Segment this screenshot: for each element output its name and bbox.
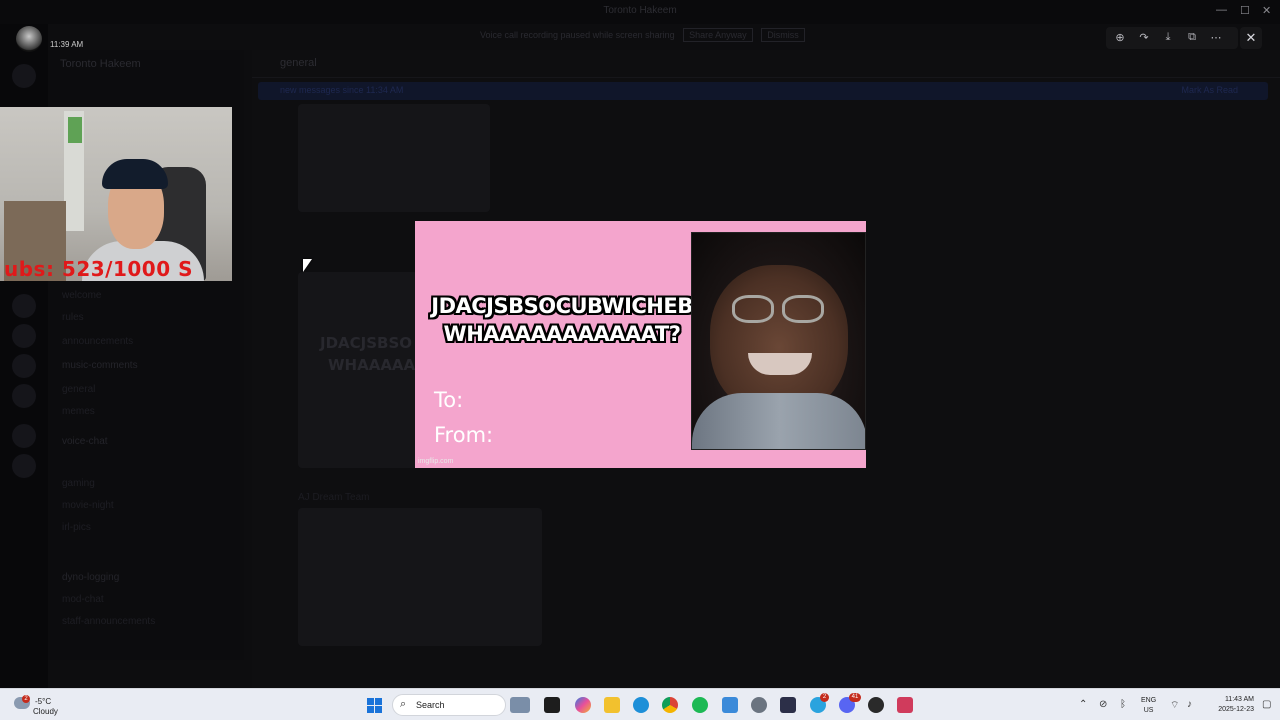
bluetooth-icon[interactable]: ᛒ [1120, 699, 1126, 710]
channel-item[interactable]: rules [62, 312, 84, 323]
screen-share-notice: Voice call recording paused while screen… [480, 28, 840, 44]
more-icon[interactable]: ⋯ [1208, 31, 1224, 44]
folder-icon[interactable] [604, 697, 620, 713]
server-icon[interactable] [12, 324, 36, 348]
weather-temp[interactable]: -5°C [35, 697, 51, 706]
webcam-background [68, 117, 82, 143]
channel-item[interactable]: welcome [62, 290, 101, 301]
overlay-time: 11:39 AM [50, 40, 84, 49]
webcam-overlay: ubs: 523/1000 S [0, 107, 232, 281]
volume-icon[interactable]: ♪ [1187, 699, 1192, 710]
snipping-tool-icon[interactable] [897, 697, 913, 713]
channel-item[interactable]: irl-pics [62, 522, 91, 533]
spotify-icon[interactable] [692, 697, 708, 713]
weather-badge: 2 [22, 695, 30, 703]
download-icon[interactable]: ⤓ [1160, 31, 1176, 44]
settings-icon[interactable] [751, 697, 767, 713]
channel-item[interactable]: general [62, 384, 95, 395]
forward-icon[interactable]: ↷ [1136, 31, 1152, 44]
server-icon[interactable] [12, 454, 36, 478]
weather-condition[interactable]: Cloudy [33, 707, 58, 716]
server-name[interactable]: Toronto Hakeem [60, 58, 141, 70]
message-author[interactable]: AJ Dream Team [298, 492, 370, 503]
start-button[interactable] [367, 698, 382, 713]
notice-text: Voice call recording paused while screen… [480, 30, 675, 40]
minimize-icon[interactable]: — [1216, 4, 1227, 16]
server-icon[interactable] [12, 424, 36, 448]
language-indicator[interactable]: ENG US [1141, 696, 1156, 716]
chat-image[interactable] [298, 104, 490, 212]
channel-item[interactable]: dyno-logging [62, 572, 119, 583]
telegram-badge: 2 [820, 693, 829, 702]
meme-to-label: To: [434, 388, 464, 412]
notifications-icon[interactable]: ▢ [1262, 699, 1271, 710]
chat-image[interactable] [298, 508, 542, 646]
chevron-up-icon[interactable]: ⌃ [1079, 699, 1087, 710]
close-window-icon[interactable]: ✕ [1262, 4, 1271, 17]
meme-photo-shirt [692, 393, 865, 449]
new-messages-text: new messages since 11:34 AM [280, 85, 404, 95]
streamer-avatar [16, 26, 42, 52]
ghost-meme-line1: JDACJSBSO [320, 334, 413, 352]
clock-date: 2025-12-23 [1218, 706, 1254, 713]
window-title: Toronto Hakeem [603, 5, 677, 16]
meme-photo-glasses [732, 295, 828, 325]
channel-title: general [280, 57, 317, 69]
file-explorer-icon[interactable] [544, 697, 560, 713]
channel-item[interactable]: announcements [62, 336, 133, 347]
server-icon[interactable] [12, 384, 36, 408]
image-viewer-toolbar: ⊕ ↷ ⤓ ⧉ ⋯ [1106, 27, 1238, 49]
server-icon[interactable] [12, 294, 36, 318]
close-viewer-button[interactable]: ✕ [1240, 27, 1262, 49]
taskbar: 2 -5°C Cloudy ⌕ Search 2 41 ⌃ ⊘ ᛒ ENG US… [0, 688, 1280, 720]
edge-icon[interactable] [633, 697, 649, 713]
language-code: ENG [1141, 697, 1157, 704]
wifi-icon[interactable]: ⌔ [1170, 699, 1179, 712]
meme-caption-line2: WHAAAAAAAAAAAT? [443, 322, 681, 346]
search-icon: ⌕ [400, 698, 407, 710]
zoom-in-icon[interactable]: ⊕ [1112, 31, 1128, 44]
region-code: US [1143, 707, 1154, 714]
meme-watermark: imgflip.com [418, 458, 454, 465]
dismiss-button[interactable]: Dismiss [761, 28, 805, 42]
channel-item[interactable]: music-comments [62, 360, 138, 371]
app-red-icon[interactable] [868, 697, 884, 713]
mouse-cursor-icon [303, 259, 312, 272]
channel-item[interactable]: voice-chat [62, 436, 108, 447]
system-clock[interactable]: 11:43 AM 2025-12-23 [1208, 695, 1254, 715]
title-bar: Toronto Hakeem — ☐ ✕ [0, 0, 1280, 24]
share-anyway-button[interactable]: Share Anyway [683, 28, 753, 42]
search-placeholder: Search [416, 700, 445, 710]
notepad-icon[interactable] [722, 697, 738, 713]
channel-item[interactable]: gaming [62, 478, 95, 489]
mark-as-read-button[interactable]: Mark As Read [1181, 85, 1238, 95]
server-icon[interactable] [12, 64, 36, 88]
new-messages-bar[interactable]: new messages since 11:34 AM Mark As Read [258, 82, 1268, 100]
meme-caption: JDACJSBSOCUBWICHEB WHAAAAAAAAAAAT? [424, 292, 700, 348]
discord-badge: 41 [849, 693, 861, 702]
server-icon[interactable] [12, 354, 36, 378]
channel-item[interactable]: movie-night [62, 500, 114, 511]
ghost-meme-line2: WHAAAAA [328, 356, 416, 374]
meme-from-label: From: [434, 423, 494, 447]
open-external-icon[interactable]: ⧉ [1184, 31, 1200, 44]
chrome-icon[interactable] [662, 697, 678, 713]
chat-header: general [252, 50, 1280, 78]
channel-item[interactable]: mod-chat [62, 594, 104, 605]
copilot-icon[interactable] [575, 697, 591, 713]
channel-item[interactable]: memes [62, 406, 95, 417]
channel-item[interactable]: staff-announcements [62, 616, 155, 627]
meme-photo [691, 232, 866, 450]
taskbar-search[interactable]: ⌕ Search [392, 694, 506, 716]
network-off-icon[interactable]: ⊘ [1099, 699, 1107, 710]
clock-time: 11:43 AM [1224, 696, 1254, 703]
meme-caption-line1: JDACJSBSOCUBWICHEB [431, 294, 693, 318]
maximize-icon[interactable]: ☐ [1240, 4, 1250, 17]
webcam-person [102, 159, 168, 189]
capcut-icon[interactable] [780, 697, 796, 713]
task-view-icon[interactable] [510, 697, 530, 713]
sub-goal-overlay: ubs: 523/1000 S [4, 257, 194, 281]
